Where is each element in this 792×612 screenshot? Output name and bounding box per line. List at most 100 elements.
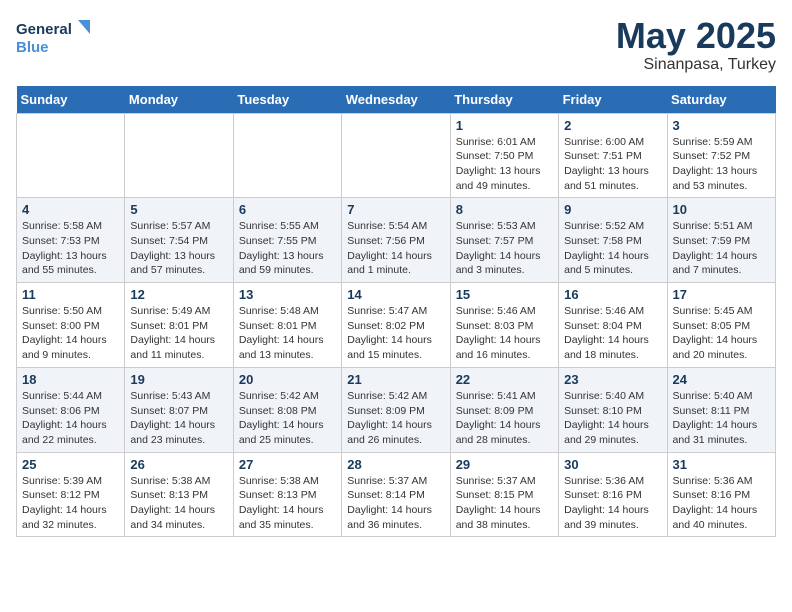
day-detail: Sunrise: 5:52 AM Sunset: 7:58 PM Dayligh… — [564, 219, 661, 278]
calendar-cell — [342, 113, 450, 198]
calendar-cell: 21 Sunrise: 5:42 AM Sunset: 8:09 PM Dayli… — [342, 367, 450, 452]
calendar-cell: 30 Sunrise: 5:36 AM Sunset: 8:16 PM Dayli… — [559, 452, 667, 537]
day-detail: Sunrise: 5:46 AM Sunset: 8:03 PM Dayligh… — [456, 304, 553, 363]
day-detail: Sunrise: 5:43 AM Sunset: 8:07 PM Dayligh… — [130, 389, 227, 448]
day-number: 6 — [239, 202, 336, 217]
calendar-cell: 10Sunrise: 5:51 AM Sunset: 7:59 PM Dayli… — [667, 198, 775, 283]
month-title: May 2025 — [616, 16, 776, 56]
day-detail: Sunrise: 5:53 AM Sunset: 7:57 PM Dayligh… — [456, 219, 553, 278]
day-number: 31 — [673, 457, 770, 472]
calendar-cell: 16Sunrise: 5:46 AM Sunset: 8:04 PM Dayli… — [559, 283, 667, 368]
calendar-cell: 20 Sunrise: 5:42 AM Sunset: 8:08 PM Dayli… — [233, 367, 341, 452]
day-number: 3 — [673, 118, 770, 133]
day-number: 14 — [347, 287, 444, 302]
weekday-header: Monday — [125, 86, 233, 114]
day-detail: Sunrise: 5:58 AM Sunset: 7:53 PM Dayligh… — [22, 219, 119, 278]
day-detail: Sunrise: 5:54 AM Sunset: 7:56 PM Dayligh… — [347, 219, 444, 278]
calendar-cell — [233, 113, 341, 198]
day-detail: Sunrise: 5:45 AM Sunset: 8:05 PM Dayligh… — [673, 304, 770, 363]
calendar-cell: 9 Sunrise: 5:52 AM Sunset: 7:58 PM Daylig… — [559, 198, 667, 283]
day-detail: Sunrise: 5:55 AM Sunset: 7:55 PM Dayligh… — [239, 219, 336, 278]
day-number: 29 — [456, 457, 553, 472]
day-detail: Sunrise: 5:48 AM Sunset: 8:01 PM Dayligh… — [239, 304, 336, 363]
day-detail: Sunrise: 5:38 AM Sunset: 8:13 PM Dayligh… — [239, 474, 336, 533]
day-number: 9 — [564, 202, 661, 217]
calendar-cell: 8 Sunrise: 5:53 AM Sunset: 7:57 PM Daylig… — [450, 198, 558, 283]
calendar-cell: 3 Sunrise: 5:59 AM Sunset: 7:52 PM Daylig… — [667, 113, 775, 198]
day-number: 28 — [347, 457, 444, 472]
calendar-cell: 31 Sunrise: 5:36 AM Sunset: 8:16 PM Dayli… — [667, 452, 775, 537]
day-number: 1 — [456, 118, 553, 133]
calendar-table: SundayMondayTuesdayWednesdayThursdayFrid… — [16, 86, 776, 538]
calendar-cell: 25 Sunrise: 5:39 AM Sunset: 8:12 PM Dayli… — [17, 452, 125, 537]
weekday-header: Tuesday — [233, 86, 341, 114]
calendar-cell: 1 Sunrise: 6:01 AM Sunset: 7:50 PM Daylig… — [450, 113, 558, 198]
day-detail: Sunrise: 5:40 AM Sunset: 8:11 PM Dayligh… — [673, 389, 770, 448]
calendar-cell: 23 Sunrise: 5:40 AM Sunset: 8:10 PM Dayli… — [559, 367, 667, 452]
day-detail: Sunrise: 6:01 AM Sunset: 7:50 PM Dayligh… — [456, 135, 553, 194]
day-detail: Sunrise: 5:37 AM Sunset: 8:15 PM Dayligh… — [456, 474, 553, 533]
day-number: 24 — [673, 372, 770, 387]
day-detail: Sunrise: 5:38 AM Sunset: 8:13 PM Dayligh… — [130, 474, 227, 533]
day-detail: Sunrise: 5:59 AM Sunset: 7:52 PM Dayligh… — [673, 135, 770, 194]
day-detail: Sunrise: 5:36 AM Sunset: 8:16 PM Dayligh… — [564, 474, 661, 533]
day-detail: Sunrise: 5:41 AM Sunset: 8:09 PM Dayligh… — [456, 389, 553, 448]
weekday-header: Wednesday — [342, 86, 450, 114]
calendar-cell: 15 Sunrise: 5:46 AM Sunset: 8:03 PM Dayli… — [450, 283, 558, 368]
calendar-cell — [17, 113, 125, 198]
day-number: 30 — [564, 457, 661, 472]
day-number: 8 — [456, 202, 553, 217]
day-number: 23 — [564, 372, 661, 387]
day-number: 4 — [22, 202, 119, 217]
svg-text:Blue: Blue — [16, 39, 49, 56]
calendar-week-row: 4 Sunrise: 5:58 AM Sunset: 7:53 PM Daylig… — [17, 198, 776, 283]
day-detail: Sunrise: 5:40 AM Sunset: 8:10 PM Dayligh… — [564, 389, 661, 448]
calendar-cell: 27 Sunrise: 5:38 AM Sunset: 8:13 PM Dayli… — [233, 452, 341, 537]
calendar-cell: 26 Sunrise: 5:38 AM Sunset: 8:13 PM Dayli… — [125, 452, 233, 537]
day-number: 16 — [564, 287, 661, 302]
weekday-header: Saturday — [667, 86, 775, 114]
day-detail: Sunrise: 5:47 AM Sunset: 8:02 PM Dayligh… — [347, 304, 444, 363]
calendar-cell: 11Sunrise: 5:50 AM Sunset: 8:00 PM Dayli… — [17, 283, 125, 368]
calendar-cell: 22Sunrise: 5:41 AM Sunset: 8:09 PM Dayli… — [450, 367, 558, 452]
svg-text:General: General — [16, 21, 72, 38]
day-detail: Sunrise: 5:44 AM Sunset: 8:06 PM Dayligh… — [22, 389, 119, 448]
day-number: 7 — [347, 202, 444, 217]
day-number: 11 — [22, 287, 119, 302]
day-number: 19 — [130, 372, 227, 387]
day-number: 10 — [673, 202, 770, 217]
weekday-header: Friday — [559, 86, 667, 114]
day-detail: Sunrise: 5:42 AM Sunset: 8:09 PM Dayligh… — [347, 389, 444, 448]
day-number: 27 — [239, 457, 336, 472]
day-number: 15 — [456, 287, 553, 302]
calendar-week-row: 25 Sunrise: 5:39 AM Sunset: 8:12 PM Dayli… — [17, 452, 776, 537]
location: Sinanpasa, Turkey — [616, 56, 776, 74]
calendar-cell: 14 Sunrise: 5:47 AM Sunset: 8:02 PM Dayli… — [342, 283, 450, 368]
header-row: SundayMondayTuesdayWednesdayThursdayFrid… — [17, 86, 776, 114]
day-number: 21 — [347, 372, 444, 387]
calendar-cell: 24 Sunrise: 5:40 AM Sunset: 8:11 PM Dayli… — [667, 367, 775, 452]
calendar-cell: 17Sunrise: 5:45 AM Sunset: 8:05 PM Dayli… — [667, 283, 775, 368]
calendar-cell: 18Sunrise: 5:44 AM Sunset: 8:06 PM Dayli… — [17, 367, 125, 452]
day-number: 5 — [130, 202, 227, 217]
calendar-week-row: 18Sunrise: 5:44 AM Sunset: 8:06 PM Dayli… — [17, 367, 776, 452]
calendar-week-row: 11Sunrise: 5:50 AM Sunset: 8:00 PM Dayli… — [17, 283, 776, 368]
day-detail: Sunrise: 5:37 AM Sunset: 8:14 PM Dayligh… — [347, 474, 444, 533]
calendar-cell — [125, 113, 233, 198]
day-detail: Sunrise: 5:49 AM Sunset: 8:01 PM Dayligh… — [130, 304, 227, 363]
logo-svg: General Blue — [16, 16, 96, 60]
calendar-cell: 5Sunrise: 5:57 AM Sunset: 7:54 PM Daylig… — [125, 198, 233, 283]
page-header: General Blue May 2025 Sinanpasa, Turkey — [16, 16, 776, 74]
day-detail: Sunrise: 6:00 AM Sunset: 7:51 PM Dayligh… — [564, 135, 661, 194]
day-detail: Sunrise: 5:39 AM Sunset: 8:12 PM Dayligh… — [22, 474, 119, 533]
day-detail: Sunrise: 5:36 AM Sunset: 8:16 PM Dayligh… — [673, 474, 770, 533]
day-detail: Sunrise: 5:42 AM Sunset: 8:08 PM Dayligh… — [239, 389, 336, 448]
day-number: 26 — [130, 457, 227, 472]
calendar-week-row: 1 Sunrise: 6:01 AM Sunset: 7:50 PM Daylig… — [17, 113, 776, 198]
calendar-cell: 4 Sunrise: 5:58 AM Sunset: 7:53 PM Daylig… — [17, 198, 125, 283]
calendar-cell: 6 Sunrise: 5:55 AM Sunset: 7:55 PM Daylig… — [233, 198, 341, 283]
day-number: 20 — [239, 372, 336, 387]
calendar-cell: 12Sunrise: 5:49 AM Sunset: 8:01 PM Dayli… — [125, 283, 233, 368]
title-area: May 2025 Sinanpasa, Turkey — [616, 16, 776, 74]
day-number: 25 — [22, 457, 119, 472]
